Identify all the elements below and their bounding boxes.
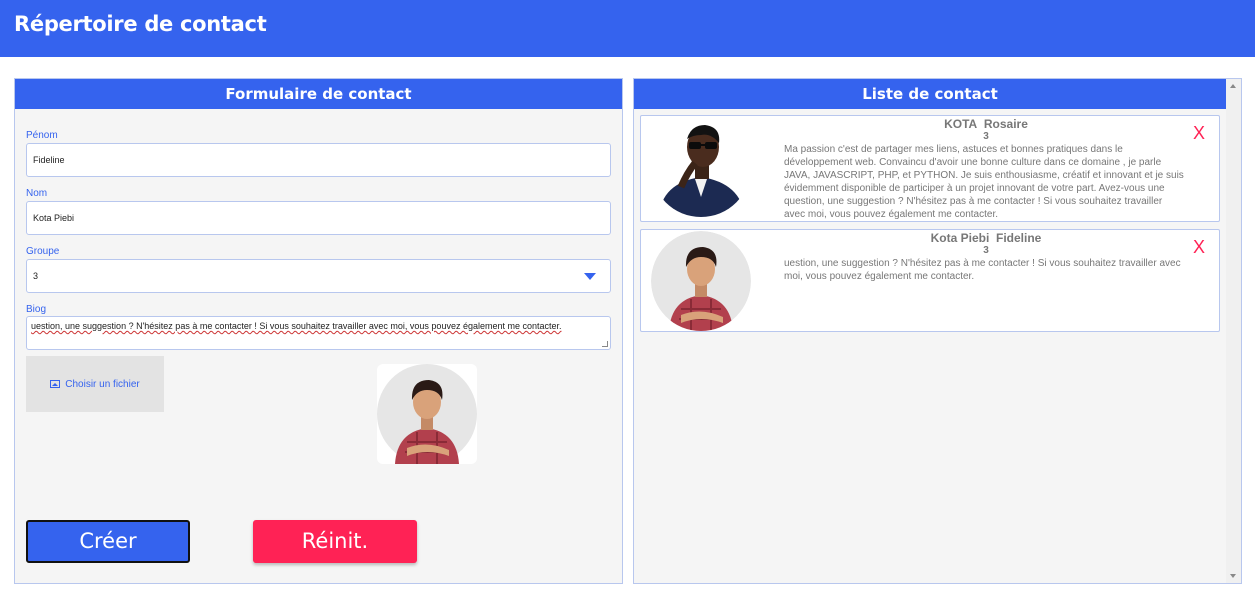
bio-text: uestion, une suggestion ? N'hésitez pas … [31, 321, 562, 331]
prenom-label: Pénom [26, 130, 58, 141]
bio-label: Biog [26, 304, 47, 315]
contact-name: Kota Piebi Fideline [791, 231, 1181, 245]
groupe-select[interactable]: 3 [26, 259, 611, 293]
avatar [651, 117, 751, 217]
list-title: Liste de contact [634, 79, 1226, 109]
bio-textarea[interactable]: uestion, une suggestion ? N'hésitez pas … [26, 316, 611, 350]
groupe-value: 3 [33, 271, 39, 281]
avatar-preview [377, 364, 477, 464]
create-button[interactable]: Créer [26, 520, 190, 563]
resize-handle[interactable] [602, 341, 608, 347]
nom-input[interactable]: Kota Piebi [26, 201, 611, 235]
close-icon[interactable]: X [1193, 123, 1205, 144]
contact-nom: KOTA [944, 117, 978, 131]
contact-group: 3 [983, 131, 989, 142]
avatar-image [651, 231, 751, 331]
image-icon [50, 380, 61, 388]
groupe-label: Groupe [26, 246, 60, 257]
contact-bio: Ma passion c'est de partager mes liens, … [784, 144, 1184, 220]
form-title: Formulaire de contact [15, 79, 622, 109]
scroll-up-icon[interactable] [1230, 84, 1236, 88]
chevron-down-icon [584, 273, 596, 280]
list-scrollbar[interactable] [1226, 79, 1241, 583]
scroll-down-icon[interactable] [1230, 574, 1236, 578]
contact-form-panel: Formulaire de contact Pénom Fideline Nom… [14, 78, 623, 584]
avatar-image [651, 117, 751, 217]
contact-card: KOTA Rosaire 3 Ma passion c'est de parta… [640, 115, 1220, 222]
contact-group: 3 [983, 245, 989, 256]
contact-card: Kota Piebi Fideline 3 uestion, une sugge… [640, 229, 1220, 332]
contact-nom: Kota Piebi [930, 231, 990, 245]
file-upload-label: Choisir un fichier [65, 378, 140, 390]
file-upload-button[interactable]: Choisir un fichier [26, 356, 164, 412]
reset-button[interactable]: Réinit. [253, 520, 417, 563]
close-icon[interactable]: X [1193, 237, 1205, 258]
contact-prenom: Rosaire [983, 117, 1028, 131]
app-title: Répertoire de contact [14, 12, 267, 36]
app-header: Répertoire de contact [0, 0, 1255, 57]
prenom-input[interactable]: Fideline [26, 143, 611, 177]
contact-name: KOTA Rosaire [791, 117, 1181, 131]
avatar-preview-image [377, 364, 477, 464]
contact-prenom: Fideline [996, 231, 1042, 245]
contact-list-panel: Liste de contact KOTA Rosaire 3 Ma passi… [633, 78, 1242, 584]
contact-bio: uestion, une suggestion ? N'hésitez pas … [784, 258, 1181, 282]
nom-label: Nom [26, 188, 48, 199]
avatar [651, 231, 751, 331]
